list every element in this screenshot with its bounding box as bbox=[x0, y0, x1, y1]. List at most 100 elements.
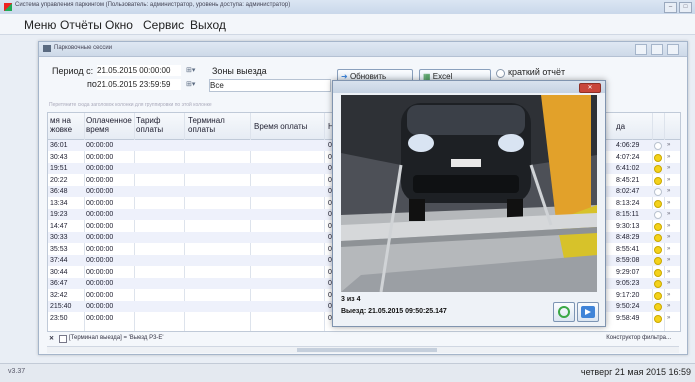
short-report-radio[interactable] bbox=[496, 69, 505, 78]
cell-exit-time: 9:17:20 bbox=[616, 291, 640, 299]
cell-time: 32:42 bbox=[50, 291, 68, 299]
maximize-button[interactable]: □ bbox=[679, 2, 692, 13]
exit-camera-photo-image bbox=[341, 95, 597, 292]
app-title: Система управления паркингом (Пользовате… bbox=[15, 2, 291, 8]
cell-paid-time: 00:00:00 bbox=[86, 280, 114, 287]
row-action-icon[interactable]: » bbox=[667, 290, 670, 301]
row-action-icon[interactable]: » bbox=[667, 186, 670, 197]
cell-exit-time: 9:58:49 bbox=[616, 314, 640, 322]
row-action-icon[interactable]: » bbox=[667, 301, 670, 312]
status-indicator-icon bbox=[654, 188, 662, 196]
row-action-icon[interactable]: » bbox=[667, 163, 670, 174]
cell-paid-time: 00:00:00 bbox=[86, 211, 114, 218]
row-action-icon[interactable]: » bbox=[667, 209, 670, 220]
cell-time: 36:48 bbox=[50, 188, 68, 195]
row-action-icon[interactable]: » bbox=[667, 152, 670, 163]
column-header[interactable]: Тариф оплаты bbox=[136, 116, 170, 134]
column-header[interactable]: Оплаченное время bbox=[86, 116, 132, 134]
cell-exit-time: 8:45:21 bbox=[616, 176, 640, 184]
cell-paid-time: 00:00:00 bbox=[86, 199, 114, 207]
menu-item-service[interactable]: Сервис bbox=[143, 18, 184, 32]
cell-exit-time: 9:30:13 bbox=[616, 222, 640, 230]
cell-paid-time: 00:00:00 bbox=[86, 268, 114, 276]
cell-time: 36:47 bbox=[50, 280, 68, 287]
cell-time: 23:50 bbox=[50, 314, 68, 322]
cell-paid-time: 00:00:00 bbox=[86, 314, 114, 322]
exit-zones-select[interactable]: Все bbox=[209, 79, 331, 92]
photo-counter: 3 из 4 bbox=[341, 296, 361, 303]
row-action-icon[interactable]: » bbox=[667, 244, 670, 255]
menu-item-menu[interactable]: Меню bbox=[24, 18, 56, 32]
filter-text: [Терминал выезда] = 'Выезд P3-E' bbox=[69, 335, 164, 341]
next-photo-button[interactable] bbox=[577, 302, 599, 322]
status-indicator-icon bbox=[654, 280, 662, 288]
cell-paid-time: 00:00:00 bbox=[86, 245, 114, 253]
minimize-button[interactable]: – bbox=[664, 2, 677, 13]
short-report-label: краткий отчёт bbox=[508, 67, 566, 77]
menu-item-reports[interactable]: Отчёты bbox=[60, 18, 102, 32]
filter-builder-button[interactable]: Конструктор фильтра... bbox=[606, 335, 671, 341]
row-action-icon[interactable]: » bbox=[667, 232, 670, 243]
app-title-bar: Система управления паркингом (Пользовате… bbox=[0, 0, 695, 15]
row-action-icon[interactable]: » bbox=[667, 255, 670, 266]
window-close-button[interactable] bbox=[667, 44, 679, 55]
row-action-icon[interactable]: » bbox=[667, 221, 670, 232]
popup-title-bar: ✕ bbox=[333, 81, 605, 93]
exit-camera-photo bbox=[341, 95, 597, 292]
status-indicator-icon bbox=[654, 153, 662, 162]
status-indicator-icon bbox=[654, 245, 662, 254]
status-indicator-icon bbox=[654, 303, 662, 311]
row-action-icon[interactable]: » bbox=[667, 278, 670, 289]
cell-time: 215:40 bbox=[50, 303, 72, 310]
cell-time: 30:43 bbox=[50, 153, 68, 161]
window-minimize-button[interactable] bbox=[635, 44, 647, 55]
refresh-photo-button[interactable] bbox=[553, 302, 575, 322]
version-label: v3.37 bbox=[8, 368, 26, 375]
cell-exit-time: 8:48:29 bbox=[616, 234, 640, 241]
column-header[interactable]: да bbox=[616, 122, 625, 131]
photo-exit-time: Выезд: 21.05.2015 09:50:25.147 bbox=[341, 308, 447, 315]
clear-filter-icon[interactable]: ✕ bbox=[49, 335, 54, 342]
status-indicator-icon bbox=[654, 165, 662, 173]
cell-time: 19:51 bbox=[50, 165, 68, 172]
column-header[interactable]: Время оплаты bbox=[254, 122, 324, 131]
exit-zones-label: Зоны выезда bbox=[212, 66, 267, 76]
cell-time: 36:01 bbox=[50, 142, 68, 149]
row-action-icon[interactable]: » bbox=[667, 313, 670, 324]
period-to-dropdown-icon[interactable]: ⊞▾ bbox=[186, 79, 195, 90]
cell-exit-time: 6:41:02 bbox=[616, 165, 640, 172]
row-action-icon[interactable]: » bbox=[667, 267, 670, 278]
cell-time: 13:34 bbox=[50, 199, 68, 207]
menu-item-exit[interactable]: Выход bbox=[190, 18, 226, 32]
cell-time: 14:47 bbox=[50, 222, 68, 230]
filter-enabled-checkbox[interactable] bbox=[59, 335, 67, 343]
window-icon bbox=[43, 45, 51, 52]
cell-exit-time: 8:13:24 bbox=[616, 199, 640, 207]
cell-time: 30:44 bbox=[50, 268, 68, 276]
menu-bar: Меню Отчёты Окно Сервис Выход bbox=[0, 14, 695, 35]
menu-item-window[interactable]: Окно bbox=[105, 18, 133, 32]
row-action-icon[interactable]: » bbox=[667, 140, 670, 151]
popup-close-button[interactable]: ✕ bbox=[579, 83, 601, 93]
period-from-field[interactable]: 21.05.2015 00:00:00 bbox=[97, 65, 181, 76]
column-header[interactable]: Терминал оплаты bbox=[188, 116, 234, 134]
cell-paid-time: 00:00:00 bbox=[86, 188, 114, 195]
window-maximize-button[interactable] bbox=[651, 44, 663, 55]
cell-paid-time: 00:00:00 bbox=[86, 291, 114, 299]
cell-time: 30:33 bbox=[50, 234, 68, 241]
column-header[interactable]: мя на жовке bbox=[50, 116, 84, 134]
horizontal-scrollbar[interactable] bbox=[47, 346, 679, 353]
row-action-icon[interactable]: » bbox=[667, 175, 670, 186]
cell-exit-time: 9:29:07 bbox=[616, 268, 640, 276]
cell-time: 19:23 bbox=[50, 211, 68, 218]
period-from-dropdown-icon[interactable]: ⊞▾ bbox=[186, 65, 195, 76]
datetime-label: четверг 21 мая 2015 16:59 bbox=[580, 367, 691, 377]
cell-paid-time: 00:00:00 bbox=[86, 234, 114, 241]
period-from-label: Период с: bbox=[52, 66, 94, 76]
status-indicator-icon bbox=[654, 211, 662, 219]
row-action-icon[interactable]: » bbox=[667, 198, 670, 209]
scrollbar-thumb[interactable] bbox=[297, 348, 437, 352]
period-to-field[interactable]: 21.05.2015 23:59:59 bbox=[97, 79, 181, 90]
exit-photo-popup: ✕ 3 из 4 Выезд: 21.05.2015 09:50:25.147 bbox=[332, 80, 606, 327]
cell-exit-time: 8:02:47 bbox=[616, 188, 640, 195]
